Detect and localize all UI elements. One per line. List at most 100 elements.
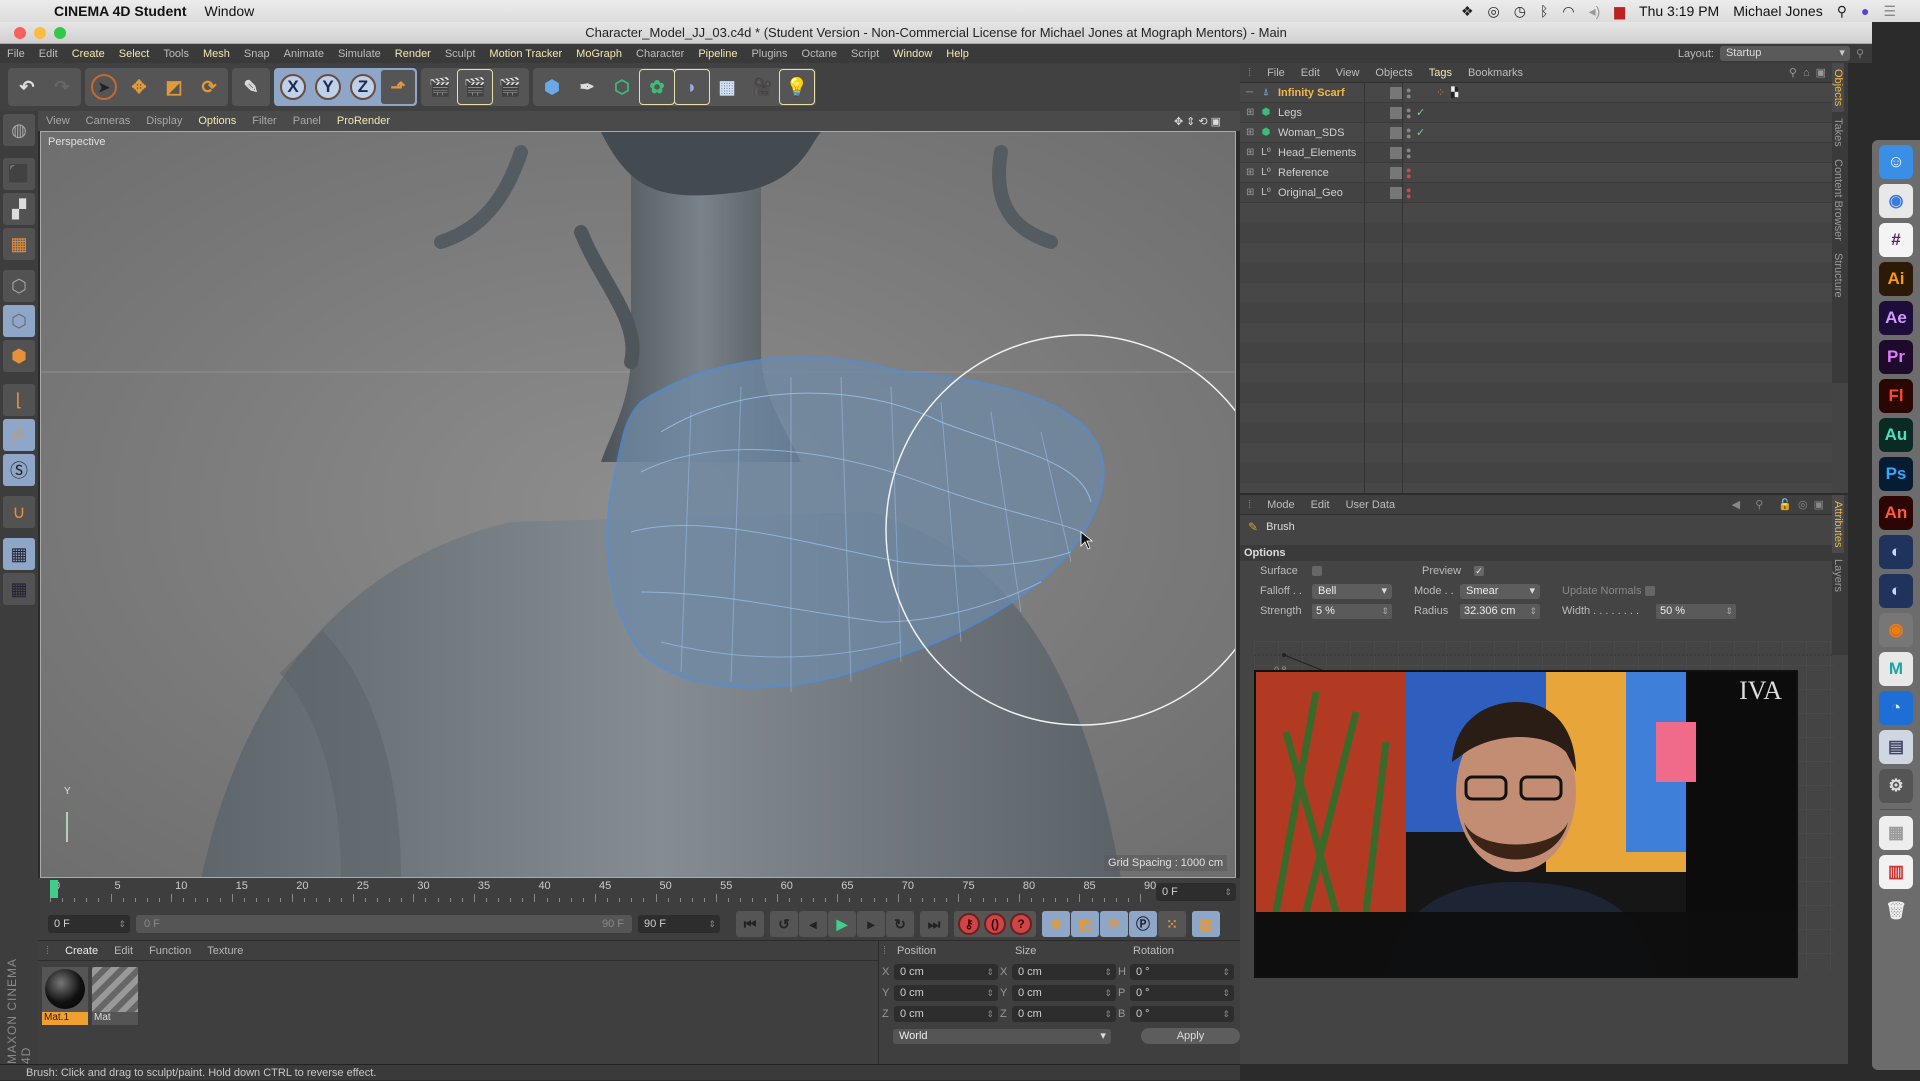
viewport-nav-icons[interactable]: ✥⇕⟲▣: [1166, 115, 1232, 128]
3d-viewport[interactable]: Perspective Y Grid Spacing : 1000 cm: [40, 131, 1236, 878]
menu-sculpt[interactable]: Sculpt: [438, 48, 483, 60]
menu-help[interactable]: Help: [939, 48, 976, 60]
expand-icon[interactable]: ⊞: [1246, 107, 1258, 118]
menu-simulate[interactable]: Simulate: [331, 48, 388, 60]
radius-field[interactable]: 32.306 cm: [1460, 603, 1540, 619]
viewport-menu-display[interactable]: Display: [138, 115, 190, 127]
dock-app-photoshop[interactable]: Ps: [1879, 457, 1913, 491]
om-menu-objects[interactable]: Objects: [1367, 67, 1420, 79]
polygons-mode-button[interactable]: ⬢: [3, 340, 35, 372]
undo-button[interactable]: ↶: [10, 70, 44, 104]
menu-script[interactable]: Script: [844, 48, 886, 60]
dock-app-finder[interactable]: ☺: [1879, 145, 1913, 179]
expand-icon[interactable]: ⊞: [1246, 167, 1258, 178]
menu-render[interactable]: Render: [388, 48, 438, 60]
layer-icon[interactable]: [1390, 146, 1402, 159]
object-row[interactable]: ⊞ ⬢ Woman_SDS ● ● ✓: [1240, 123, 1832, 143]
layer-icon[interactable]: [1390, 126, 1402, 139]
om-menu-tags[interactable]: Tags: [1421, 67, 1460, 79]
key-scale-button[interactable]: ◩: [1071, 911, 1099, 937]
object-row[interactable]: ─ ⍋ Infinity Scarf ● ● ⁘ ▚: [1240, 83, 1832, 103]
dock-app-documents[interactable]: ▦: [1879, 816, 1913, 850]
material-menu-function[interactable]: Function: [141, 945, 199, 957]
camera-label[interactable]: Perspective: [44, 135, 110, 149]
timeline-window-button[interactable]: ▥: [1192, 911, 1220, 937]
dock-app-after-effects[interactable]: Ae: [1879, 301, 1913, 335]
minimize-window-button[interactable]: [34, 27, 46, 39]
autokeying-button[interactable]: (): [984, 913, 1006, 935]
mode-dropdown[interactable]: Smear: [1460, 583, 1540, 599]
key-point-level-button[interactable]: ⁙: [1158, 911, 1186, 937]
viewport-menu-panel[interactable]: Panel: [285, 115, 329, 127]
object-name[interactable]: Woman_SDS: [1278, 127, 1382, 139]
dock-app-quicktime[interactable]: ◔: [1879, 691, 1913, 725]
material-swatch[interactable]: Mat: [92, 967, 138, 1025]
material-menu-texture[interactable]: Texture: [199, 945, 251, 957]
menu-select[interactable]: Select: [112, 48, 157, 60]
viewport-menu-options[interactable]: Options: [190, 115, 244, 127]
dock-app-cinema-4d[interactable]: ◐: [1879, 535, 1913, 569]
pen-spline-button[interactable]: ✒: [570, 70, 604, 104]
close-window-button[interactable]: [14, 27, 26, 39]
deformer-button[interactable]: ◗: [674, 69, 710, 105]
app-menu-name[interactable]: CINEMA 4D Student: [54, 3, 186, 19]
dock-app-system-preferences[interactable]: ⚙: [1879, 769, 1913, 803]
spotlight-icon[interactable]: ⚲: [1837, 3, 1847, 20]
tab-content-browser[interactable]: Content Browser: [1832, 153, 1844, 247]
object-name[interactable]: Legs: [1278, 107, 1382, 119]
visibility-dots[interactable]: ● ●: [1406, 165, 1416, 180]
siri-icon[interactable]: ●: [1861, 3, 1869, 19]
viewport-menu-prorender[interactable]: ProRender: [329, 115, 398, 127]
rotation-h-field[interactable]: 0 °: [1130, 963, 1234, 980]
menu-plugins[interactable]: Plugins: [744, 48, 794, 60]
search-icon[interactable]: ⚲: [1856, 47, 1864, 60]
model-mode-button[interactable]: ⬛: [3, 158, 35, 190]
object-row[interactable]: ⊞ L⁰ Reference ● ●: [1240, 163, 1832, 183]
texture-tag-icon[interactable]: ▚: [1451, 87, 1459, 98]
om-menu-file[interactable]: File: [1259, 67, 1293, 79]
menu-mograph[interactable]: MoGraph: [569, 48, 629, 60]
user-name[interactable]: Michael Jones: [1733, 3, 1823, 19]
menu-animate[interactable]: Animate: [277, 48, 331, 60]
material-menu-create[interactable]: Create: [57, 945, 106, 957]
notification-center-icon[interactable]: ☰: [1883, 3, 1896, 20]
falloff-dropdown[interactable]: Bell: [1312, 583, 1392, 599]
material-swatch[interactable]: Mat.1: [42, 967, 88, 1025]
dock-app-illustrator[interactable]: Ai: [1879, 262, 1913, 296]
viewport-menu-cameras[interactable]: Cameras: [78, 115, 139, 127]
x-axis-lock-button[interactable]: X: [276, 70, 310, 104]
preview-checkbox[interactable]: ✓: [1474, 566, 1484, 576]
menu-edit[interactable]: Edit: [32, 48, 65, 60]
visibility-dots[interactable]: ● ●: [1406, 145, 1416, 160]
object-row[interactable]: ⊞ L⁰ Original_Geo ● ●: [1240, 183, 1832, 203]
position-x-field[interactable]: 0 cm: [894, 963, 998, 980]
play-button[interactable]: ▶: [828, 911, 856, 937]
zoom-window-button[interactable]: [54, 27, 66, 39]
menu-mesh[interactable]: Mesh: [196, 48, 237, 60]
frame-range-slider[interactable]: 0 F 90 F: [136, 915, 632, 933]
render-settings-button[interactable]: 🎬: [493, 70, 527, 104]
expand-icon[interactable]: ⊞: [1246, 147, 1258, 158]
camera-button[interactable]: 🎥: [745, 70, 779, 104]
position-y-field[interactable]: 0 cm: [894, 984, 998, 1001]
dock-app-animate[interactable]: An: [1879, 496, 1913, 530]
brush-tool-button[interactable]: ✎: [234, 70, 268, 104]
start-frame-field[interactable]: 0 F: [48, 915, 130, 933]
visibility-dots[interactable]: ● ●: [1406, 105, 1416, 120]
volume-icon[interactable]: ◂): [1589, 3, 1601, 20]
timeline-ruler[interactable]: 051015202530354045505560657075808590 0 F: [38, 878, 1240, 908]
subdivision-surface-button[interactable]: ⬡: [605, 70, 639, 104]
current-frame-field[interactable]: 0 F: [1156, 883, 1236, 901]
om-menu-view[interactable]: View: [1328, 67, 1368, 79]
menu-octane[interactable]: Octane: [795, 48, 844, 60]
menu-motion-tracker[interactable]: Motion Tracker: [482, 48, 569, 60]
tab-structure[interactable]: Structure: [1832, 247, 1844, 304]
tab-takes[interactable]: Takes: [1832, 112, 1844, 153]
cube-primitive-button[interactable]: ⬢: [535, 70, 569, 104]
light-button[interactable]: 💡: [779, 69, 815, 105]
playhead[interactable]: [50, 880, 58, 898]
menu-snap[interactable]: Snap: [237, 48, 277, 60]
key-rotation-button[interactable]: ⟳: [1100, 911, 1128, 937]
time-machine-icon[interactable]: ◷: [1514, 3, 1526, 20]
z-axis-lock-button[interactable]: Z: [346, 70, 380, 104]
